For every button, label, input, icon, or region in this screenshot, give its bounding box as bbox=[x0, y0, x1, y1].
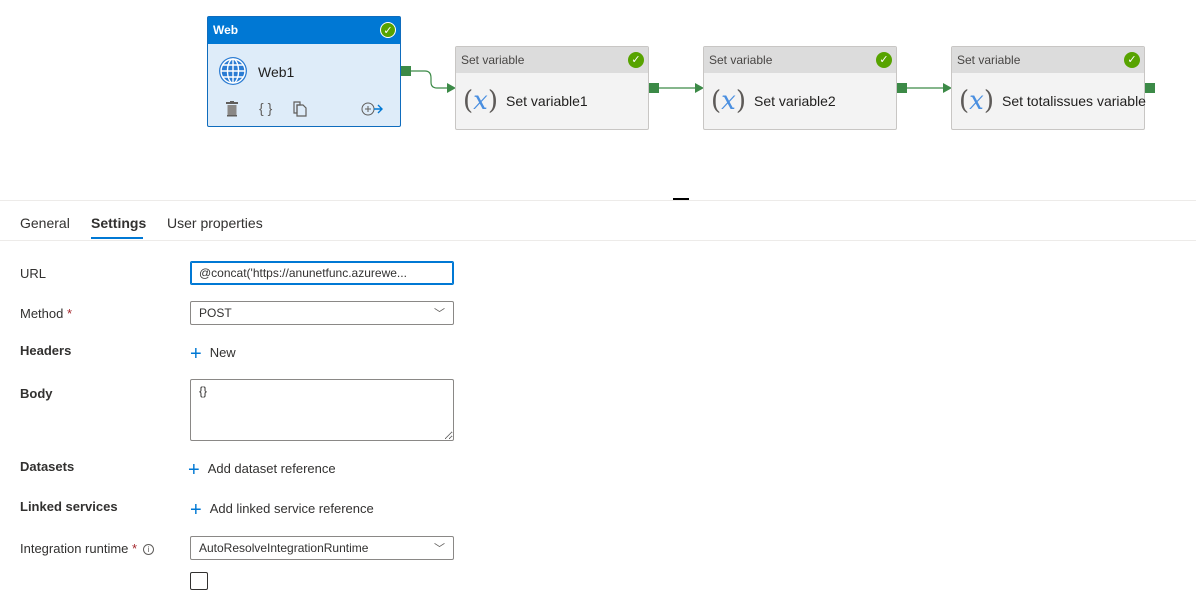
variable-icon: (x) bbox=[959, 86, 994, 116]
activity-type: Set variable bbox=[461, 53, 525, 67]
method-value: POST bbox=[199, 306, 232, 320]
chevron-down-icon: ﹀ bbox=[434, 543, 445, 555]
activity-header: Set variable ✓ bbox=[456, 47, 648, 73]
add-dataset-reference-button[interactable]: + Add dataset reference bbox=[188, 459, 336, 482]
method-label: Method * bbox=[20, 306, 73, 321]
properties-tabs: General Settings User properties bbox=[0, 200, 1196, 241]
headers-label: Headers bbox=[20, 343, 72, 358]
linked-services-label: Linked services bbox=[20, 499, 118, 514]
integration-runtime-select[interactable]: AutoResolveIntegrationRuntime ﹀ bbox=[190, 536, 454, 560]
output-port[interactable] bbox=[897, 83, 907, 93]
activity-type: Set variable bbox=[957, 53, 1021, 67]
integration-runtime-value: AutoResolveIntegrationRuntime bbox=[199, 541, 369, 555]
success-check-icon: ✓ bbox=[876, 52, 892, 68]
body-label: Body bbox=[20, 386, 53, 401]
activity-name: Set variable2 bbox=[754, 93, 836, 109]
integration-runtime-label: Integration runtime * i bbox=[20, 541, 155, 556]
success-check-icon: ✓ bbox=[628, 52, 644, 68]
activity-name: Set variable1 bbox=[506, 93, 588, 109]
chevron-down-icon: ﹀ bbox=[434, 308, 445, 320]
output-port[interactable] bbox=[649, 83, 659, 93]
new-header-button[interactable]: + New bbox=[190, 343, 236, 366]
datasets-label: Datasets bbox=[20, 459, 75, 474]
add-linked-service-reference-button[interactable]: + Add linked service reference bbox=[190, 499, 374, 522]
method-select[interactable]: POST ﹀ bbox=[190, 301, 454, 325]
activity-type: Set variable bbox=[709, 53, 773, 67]
set-variable-node[interactable]: Set variable ✓ (x) Set variable2 bbox=[703, 46, 897, 130]
set-variable-node[interactable]: Set variable ✓ (x) Set variable1 bbox=[455, 46, 649, 130]
info-icon[interactable]: i bbox=[143, 544, 155, 555]
tab-general[interactable]: General bbox=[20, 215, 70, 231]
tab-settings[interactable]: Settings bbox=[91, 215, 146, 231]
plus-icon: + bbox=[188, 459, 200, 481]
body-textarea[interactable]: {} bbox=[190, 379, 454, 441]
active-tab-indicator bbox=[91, 237, 143, 239]
required-marker: * bbox=[67, 306, 73, 321]
connector-web-to-setvar1 bbox=[411, 70, 448, 89]
url-label: URL bbox=[20, 266, 47, 281]
output-port[interactable] bbox=[1145, 83, 1155, 93]
success-check-icon: ✓ bbox=[1124, 52, 1140, 68]
plus-icon: + bbox=[190, 499, 202, 521]
variable-icon: (x) bbox=[463, 86, 498, 116]
activity-header: Set variable ✓ bbox=[952, 47, 1144, 73]
variable-icon: (x) bbox=[711, 86, 746, 116]
plus-icon: + bbox=[190, 343, 202, 365]
activity-name: Set totalissues variable bbox=[1002, 93, 1146, 109]
pipeline-canvas[interactable]: Web ✓ Web1 { } Set variable ✓ (x) Set va… bbox=[0, 0, 1196, 200]
set-variable-node[interactable]: Set variable ✓ (x) Set totalissues varia… bbox=[951, 46, 1146, 130]
checkbox[interactable] bbox=[190, 572, 208, 590]
url-input[interactable]: @concat('https://anunetfunc.azurewe... bbox=[190, 261, 454, 285]
tab-user-properties[interactable]: User properties bbox=[167, 215, 263, 231]
activity-header: Set variable ✓ bbox=[704, 47, 896, 73]
required-marker: * bbox=[132, 541, 138, 556]
